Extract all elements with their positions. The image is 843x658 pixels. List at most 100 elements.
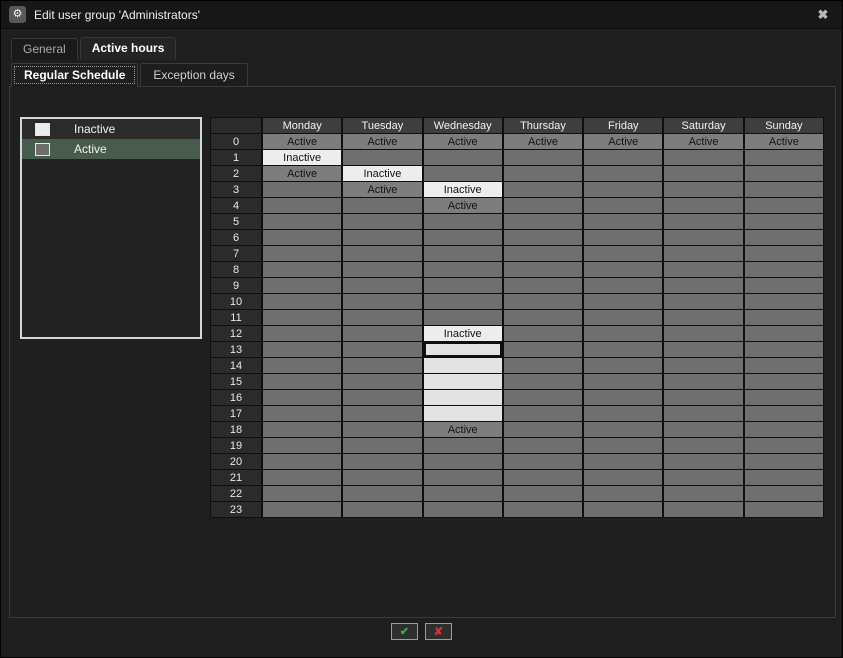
schedule-cell[interactable]: [504, 390, 582, 405]
schedule-cell[interactable]: [664, 150, 742, 165]
schedule-cell[interactable]: [584, 342, 662, 357]
schedule-cell[interactable]: [584, 166, 662, 181]
schedule-cell[interactable]: [584, 294, 662, 309]
schedule-cell[interactable]: [424, 470, 502, 485]
schedule-cell[interactable]: [504, 470, 582, 485]
schedule-cell[interactable]: [504, 438, 582, 453]
schedule-cell[interactable]: [263, 294, 341, 309]
schedule-cell[interactable]: Active: [343, 134, 421, 149]
schedule-cell[interactable]: Inactive: [343, 166, 421, 181]
schedule-cell[interactable]: [343, 358, 421, 373]
schedule-cell[interactable]: [504, 246, 582, 261]
day-column-header[interactable]: Wednesday: [424, 118, 502, 133]
schedule-cell[interactable]: [424, 374, 502, 389]
schedule-cell[interactable]: [424, 310, 502, 325]
schedule-cell[interactable]: [343, 278, 421, 293]
schedule-cell[interactable]: [343, 502, 421, 517]
schedule-cell[interactable]: [584, 358, 662, 373]
schedule-cell[interactable]: Active: [745, 134, 823, 149]
schedule-cell[interactable]: [745, 262, 823, 277]
schedule-cell[interactable]: [424, 454, 502, 469]
legend-item-inactive[interactable]: Inactive: [22, 119, 200, 139]
schedule-cell[interactable]: [263, 278, 341, 293]
hour-row-label[interactable]: 21: [211, 470, 261, 485]
tab-exception-days[interactable]: Exception days: [140, 63, 247, 86]
schedule-cell[interactable]: [343, 294, 421, 309]
schedule-cell[interactable]: [343, 454, 421, 469]
schedule-cell[interactable]: Active: [584, 134, 662, 149]
hour-row-label[interactable]: 15: [211, 374, 261, 389]
schedule-cell[interactable]: [745, 198, 823, 213]
schedule-cell[interactable]: [263, 326, 341, 341]
schedule-cell[interactable]: [504, 406, 582, 421]
schedule-cell[interactable]: [263, 262, 341, 277]
schedule-cell[interactable]: Active: [504, 134, 582, 149]
schedule-cell[interactable]: [584, 422, 662, 437]
schedule-cell[interactable]: [664, 438, 742, 453]
hour-row-label[interactable]: 14: [211, 358, 261, 373]
schedule-cell[interactable]: [263, 454, 341, 469]
hour-row-label[interactable]: 16: [211, 390, 261, 405]
schedule-cell[interactable]: [263, 374, 341, 389]
schedule-cell[interactable]: [584, 262, 662, 277]
hour-row-label[interactable]: 23: [211, 502, 261, 517]
schedule-cell[interactable]: [584, 486, 662, 501]
schedule-cell[interactable]: [745, 294, 823, 309]
schedule-cell[interactable]: [745, 326, 823, 341]
schedule-cell[interactable]: Inactive: [263, 150, 341, 165]
day-column-header[interactable]: Monday: [263, 118, 341, 133]
schedule-cell[interactable]: [343, 198, 421, 213]
schedule-cell[interactable]: [263, 230, 341, 245]
schedule-cell[interactable]: [745, 374, 823, 389]
hour-row-label[interactable]: 11: [211, 310, 261, 325]
schedule-cell[interactable]: [745, 150, 823, 165]
schedule-cell[interactable]: [504, 294, 582, 309]
schedule-cell[interactable]: [504, 182, 582, 197]
schedule-cell[interactable]: [584, 214, 662, 229]
schedule-cell[interactable]: Inactive: [424, 182, 502, 197]
schedule-cell[interactable]: [343, 326, 421, 341]
schedule-cell[interactable]: [664, 294, 742, 309]
schedule-cell[interactable]: [745, 310, 823, 325]
schedule-cell[interactable]: [664, 358, 742, 373]
schedule-cell[interactable]: [504, 150, 582, 165]
schedule-cell[interactable]: [745, 166, 823, 181]
schedule-cell[interactable]: [424, 214, 502, 229]
schedule-cell[interactable]: [424, 294, 502, 309]
schedule-cell[interactable]: [424, 390, 502, 405]
schedule-cell[interactable]: [664, 230, 742, 245]
schedule-cell[interactable]: [584, 182, 662, 197]
schedule-cell[interactable]: [504, 278, 582, 293]
schedule-cell[interactable]: [263, 342, 341, 357]
schedule-cell[interactable]: [504, 502, 582, 517]
close-icon[interactable]: ✖: [814, 6, 832, 24]
schedule-cell[interactable]: [504, 326, 582, 341]
schedule-cell[interactable]: [584, 310, 662, 325]
schedule-cell[interactable]: Active: [263, 166, 341, 181]
hour-row-label[interactable]: 7: [211, 246, 261, 261]
schedule-cell[interactable]: [745, 390, 823, 405]
schedule-cell[interactable]: [424, 486, 502, 501]
schedule-cell[interactable]: [343, 310, 421, 325]
schedule-cell[interactable]: [263, 358, 341, 373]
schedule-cell[interactable]: [584, 230, 662, 245]
schedule-cell[interactable]: [424, 502, 502, 517]
schedule-cell[interactable]: [343, 246, 421, 261]
schedule-cell[interactable]: [263, 486, 341, 501]
schedule-cell[interactable]: [343, 262, 421, 277]
schedule-cell[interactable]: Active: [263, 134, 341, 149]
schedule-cell[interactable]: [745, 214, 823, 229]
schedule-cell[interactable]: [504, 374, 582, 389]
schedule-cell[interactable]: [424, 278, 502, 293]
schedule-cell[interactable]: [424, 358, 502, 373]
hour-row-label[interactable]: 22: [211, 486, 261, 501]
schedule-cell[interactable]: [664, 214, 742, 229]
schedule-cell[interactable]: Active: [424, 422, 502, 437]
tab-active-hours[interactable]: Active hours: [80, 37, 177, 60]
schedule-cell[interactable]: [504, 230, 582, 245]
schedule-cell[interactable]: [424, 230, 502, 245]
schedule-cell[interactable]: [664, 278, 742, 293]
schedule-cell[interactable]: [343, 406, 421, 421]
schedule-cell[interactable]: [343, 422, 421, 437]
hour-row-label[interactable]: 2: [211, 166, 261, 181]
